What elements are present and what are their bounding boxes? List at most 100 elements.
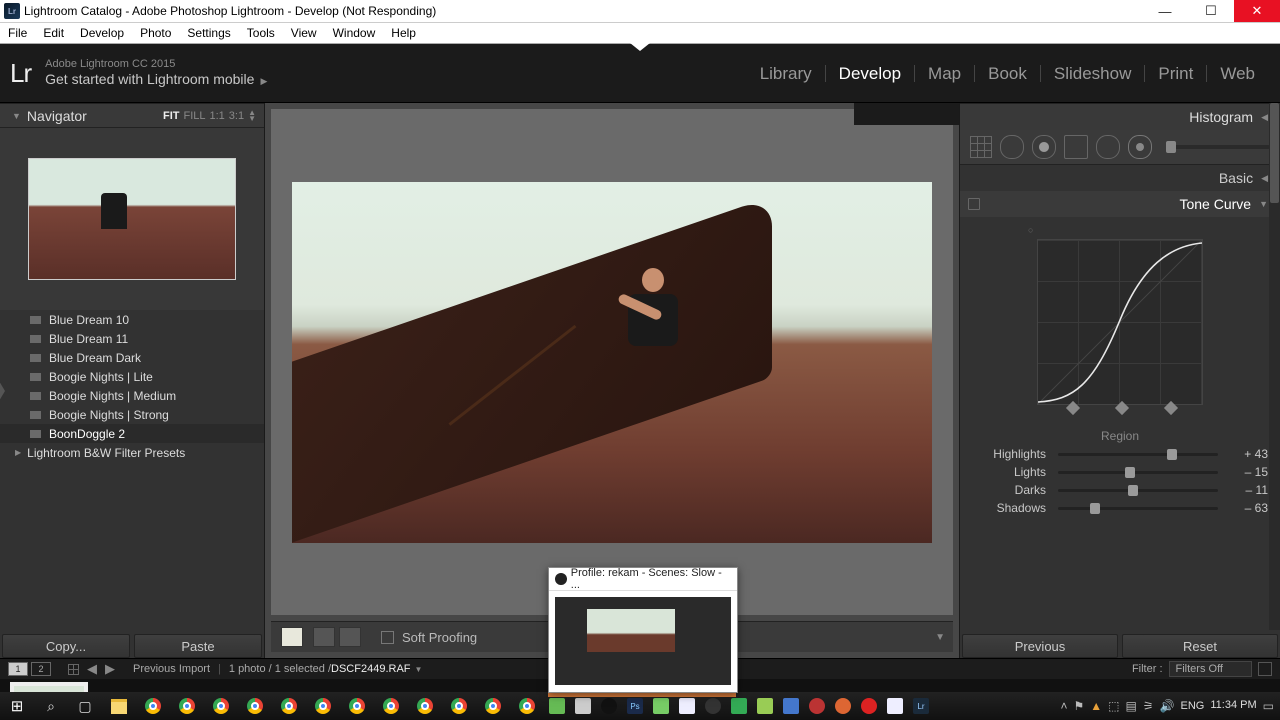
zoom-1-1[interactable]: 1:1 bbox=[209, 110, 224, 122]
reset-button[interactable]: Reset bbox=[1122, 634, 1278, 658]
task-icon[interactable] bbox=[856, 692, 882, 720]
chrome-icon[interactable] bbox=[204, 692, 238, 720]
chrome-icon[interactable] bbox=[442, 692, 476, 720]
module-print[interactable]: Print bbox=[1145, 65, 1207, 82]
lightroom-task-icon[interactable]: Lr bbox=[908, 692, 934, 720]
zoom-fit[interactable]: FIT bbox=[163, 110, 180, 122]
menu-photo[interactable]: Photo bbox=[132, 23, 179, 43]
module-web[interactable]: Web bbox=[1207, 65, 1268, 82]
zoom-fill[interactable]: FILL bbox=[183, 110, 205, 122]
taskbar-preview[interactable]: Profile: rekam - Scenes: Slow - ... bbox=[548, 567, 738, 693]
chrome-icon[interactable] bbox=[170, 692, 204, 720]
module-map[interactable]: Map bbox=[915, 65, 975, 82]
preset-item[interactable]: Boogie Nights | Strong bbox=[0, 405, 264, 424]
filter-lock-icon[interactable] bbox=[1258, 662, 1272, 676]
soft-proof-checkbox[interactable] bbox=[381, 631, 394, 644]
menu-edit[interactable]: Edit bbox=[35, 23, 72, 43]
preset-item[interactable]: Boogie Nights | Medium bbox=[0, 386, 264, 405]
preset-item[interactable]: Boogie Nights | Lite bbox=[0, 367, 264, 386]
lights-slider[interactable] bbox=[1058, 471, 1218, 474]
chrome-icon[interactable] bbox=[374, 692, 408, 720]
menu-tools[interactable]: Tools bbox=[239, 23, 283, 43]
task-view-button[interactable]: ▢ bbox=[68, 692, 102, 720]
preset-item[interactable]: Blue Dream 10 bbox=[0, 310, 264, 329]
paste-button[interactable]: Paste bbox=[134, 634, 262, 658]
redeye-tool-icon[interactable] bbox=[1032, 135, 1056, 159]
spot-tool-icon[interactable] bbox=[1000, 135, 1024, 159]
preset-item[interactable]: Blue Dream Dark bbox=[0, 348, 264, 367]
menu-file[interactable]: File bbox=[0, 23, 35, 43]
chrome-icon[interactable] bbox=[476, 692, 510, 720]
preset-item[interactable]: Blue Dream 11 bbox=[0, 329, 264, 348]
radial-filter-icon[interactable] bbox=[1096, 135, 1120, 159]
right-scrollbar[interactable] bbox=[1269, 103, 1280, 630]
tray-icon[interactable]: ▲ bbox=[1090, 699, 1102, 713]
graduated-filter-icon[interactable] bbox=[1064, 135, 1088, 159]
darks-slider[interactable] bbox=[1058, 489, 1218, 492]
shadows-slider[interactable] bbox=[1058, 507, 1218, 510]
module-library[interactable]: Library bbox=[747, 65, 826, 82]
chrome-icon[interactable] bbox=[272, 692, 306, 720]
previous-button[interactable]: Previous bbox=[962, 634, 1118, 658]
before-after-yy-button[interactable] bbox=[313, 627, 335, 647]
brush-tool-icon[interactable] bbox=[1128, 135, 1152, 159]
close-button[interactable]: ✕ bbox=[1234, 0, 1280, 22]
module-slideshow[interactable]: Slideshow bbox=[1041, 65, 1146, 82]
module-book[interactable]: Book bbox=[975, 65, 1041, 82]
copy-button[interactable]: Copy... bbox=[2, 634, 130, 658]
navigator-header[interactable]: ▼ Navigator FIT FILL 1:1 3:1 ▲▼ bbox=[0, 103, 264, 128]
loupe-view-button[interactable] bbox=[281, 627, 303, 647]
grid-view-icon[interactable] bbox=[68, 664, 79, 675]
source-label[interactable]: Previous Import bbox=[133, 663, 210, 675]
chrome-icon[interactable] bbox=[340, 692, 374, 720]
menu-view[interactable]: View bbox=[283, 23, 325, 43]
task-icon[interactable] bbox=[882, 692, 908, 720]
before-after-split-button[interactable] bbox=[339, 627, 361, 647]
tray-chevron-icon[interactable]: ˄ bbox=[1060, 699, 1067, 713]
action-center-icon[interactable]: ▭ bbox=[1263, 699, 1274, 713]
shadows-value[interactable]: – 63 bbox=[1224, 501, 1268, 515]
darks-value[interactable]: – 11 bbox=[1224, 483, 1268, 497]
zoom-stepper-icon[interactable]: ▲▼ bbox=[248, 110, 256, 121]
menu-help[interactable]: Help bbox=[383, 23, 424, 43]
wifi-icon[interactable]: ⚞ bbox=[1143, 699, 1154, 713]
clock[interactable]: 11:34 PM bbox=[1210, 700, 1256, 712]
volume-icon[interactable]: 🔊 bbox=[1160, 699, 1175, 713]
search-button[interactable]: ⌕ bbox=[34, 692, 68, 720]
nav-back-icon[interactable]: ◀ bbox=[83, 661, 101, 677]
nav-forward-icon[interactable]: ▶ bbox=[101, 661, 119, 677]
toolbar-more-icon[interactable]: ▼ bbox=[935, 632, 945, 643]
task-icon[interactable] bbox=[778, 692, 804, 720]
menu-window[interactable]: Window bbox=[325, 23, 384, 43]
task-icon[interactable] bbox=[752, 692, 778, 720]
network-icon[interactable]: ▤ bbox=[1125, 699, 1136, 713]
filename-dropdown-icon[interactable]: ▼ bbox=[415, 665, 423, 674]
task-icon[interactable] bbox=[830, 692, 856, 720]
brush-size-slider[interactable] bbox=[1166, 145, 1270, 149]
preset-folder[interactable]: ▶Lightroom B&W Filter Presets bbox=[0, 443, 264, 462]
chrome-icon[interactable] bbox=[238, 692, 272, 720]
chrome-icon[interactable] bbox=[136, 692, 170, 720]
filter-dropdown[interactable]: Filters Off bbox=[1169, 661, 1252, 677]
start-button[interactable]: ⊞ bbox=[0, 692, 34, 720]
photo-canvas[interactable] bbox=[292, 182, 932, 543]
left-panel-handle[interactable] bbox=[0, 381, 5, 401]
file-explorer-icon[interactable] bbox=[102, 692, 136, 720]
top-panel-handle[interactable] bbox=[630, 43, 650, 51]
module-develop[interactable]: Develop bbox=[826, 65, 915, 82]
chrome-icon[interactable] bbox=[510, 692, 544, 720]
secondary-display-button[interactable]: 2 bbox=[31, 662, 51, 676]
mobile-prompt[interactable]: Get started with Lightroom mobile bbox=[45, 71, 254, 87]
tone-curve-target-icon[interactable] bbox=[968, 198, 980, 210]
tray-icon[interactable]: ⬚ bbox=[1108, 699, 1119, 713]
menu-settings[interactable]: Settings bbox=[179, 23, 238, 43]
menu-develop[interactable]: Develop bbox=[72, 23, 132, 43]
current-filename[interactable]: DSCF2449.RAF bbox=[331, 663, 410, 675]
highlights-value[interactable]: + 43 bbox=[1224, 447, 1268, 461]
maximize-button[interactable]: ☐ bbox=[1188, 0, 1234, 22]
primary-display-button[interactable]: 1 bbox=[8, 662, 28, 676]
histogram-header[interactable]: Histogram ◀ bbox=[960, 103, 1280, 130]
task-icon[interactable] bbox=[804, 692, 830, 720]
crop-tool-icon[interactable] bbox=[970, 136, 992, 158]
tone-curve-panel-header[interactable]: Tone Curve ▼ bbox=[960, 191, 1280, 217]
